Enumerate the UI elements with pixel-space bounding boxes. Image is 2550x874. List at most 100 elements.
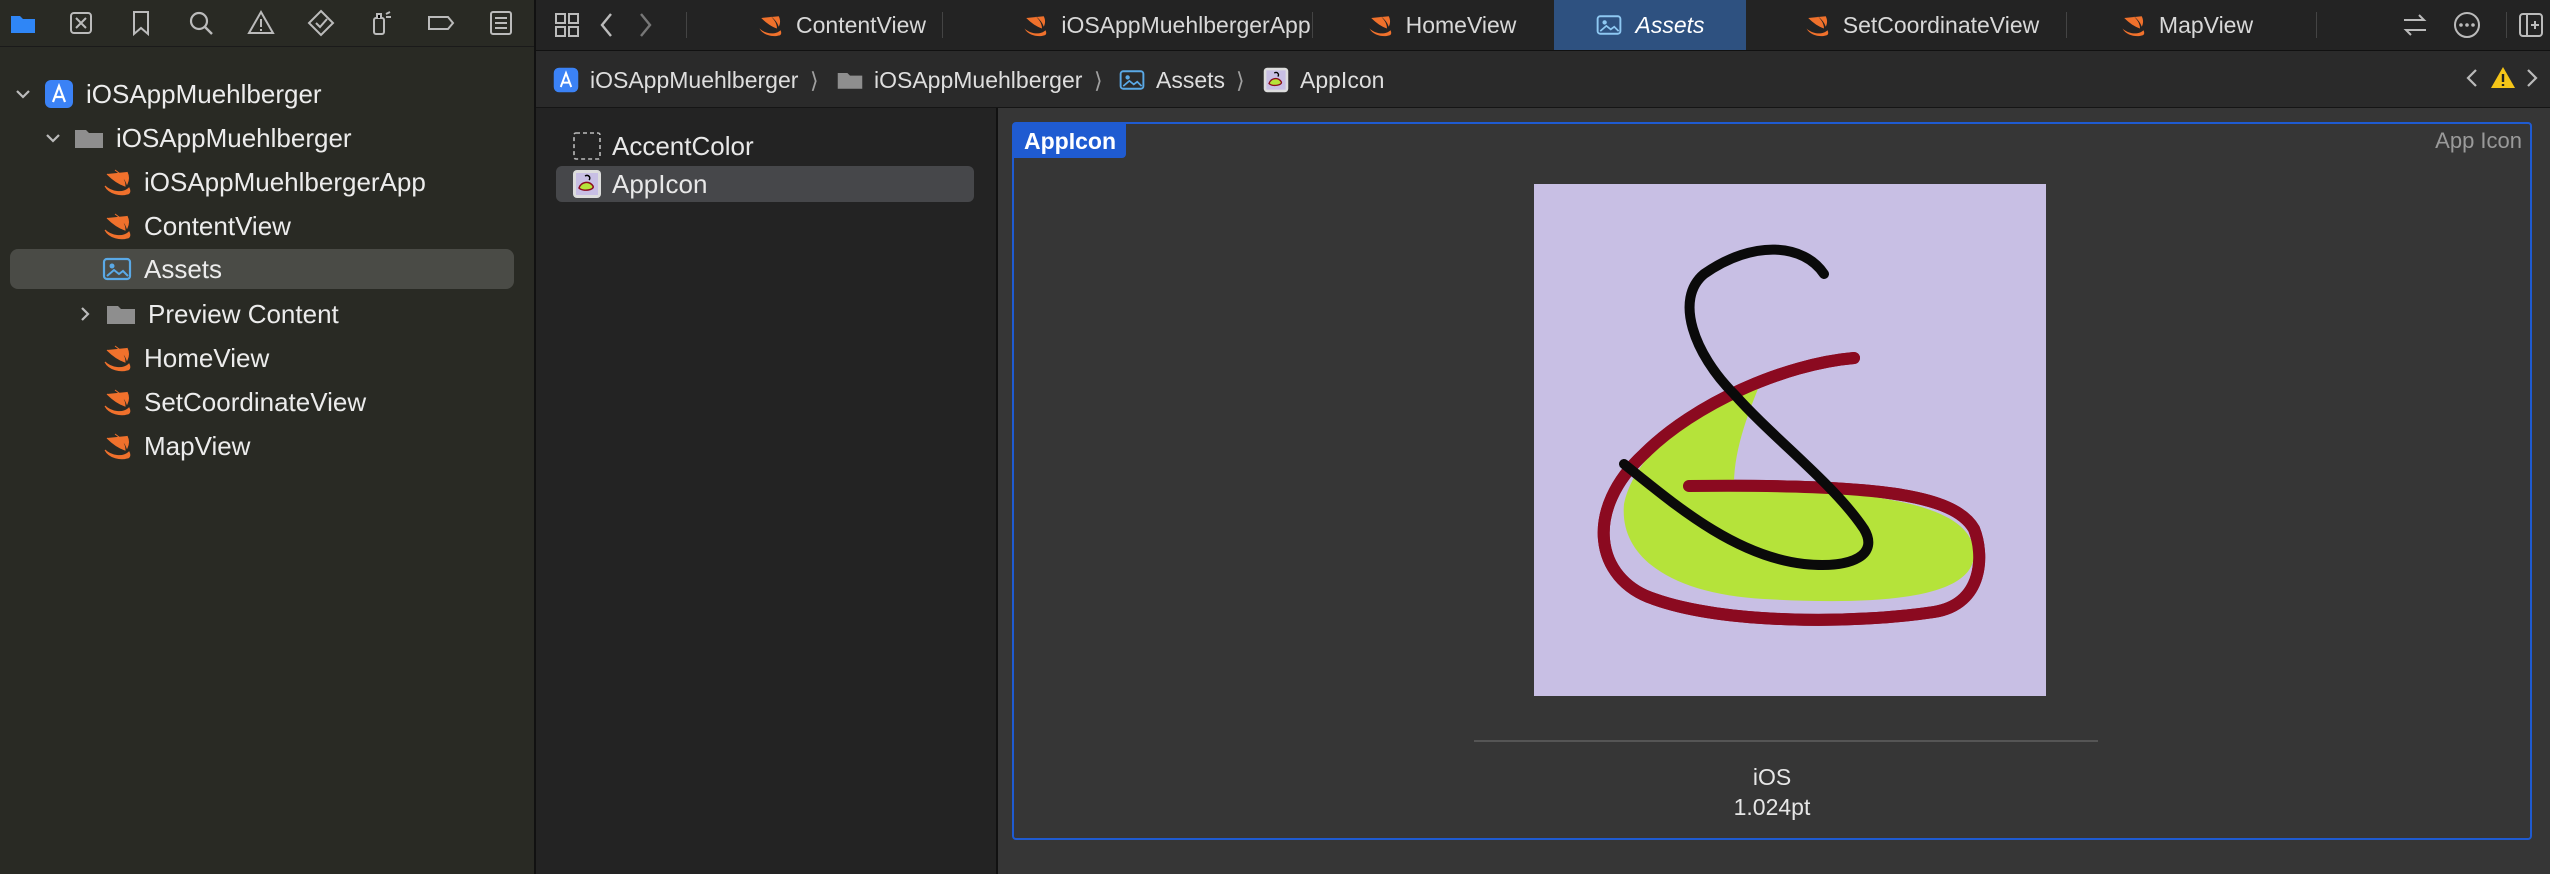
asset-set-type: App Icon <box>2435 128 2522 153</box>
breadcrumb-label: AppIcon <box>1300 66 1385 93</box>
chevron-right-icon <box>2527 69 2538 87</box>
breadcrumb-label: iOSAppMuehlberger <box>590 66 799 93</box>
asset-editor: AppIcon App Icon iOS 1.024pt <box>998 108 2550 874</box>
tree-item-project[interactable]: iOSAppMuehlberger <box>10 74 518 114</box>
asset-outline: AccentColor AppIcon <box>536 108 998 874</box>
tree-item-homeview[interactable]: HomeView <box>100 338 518 378</box>
swift-file-icon <box>1366 11 1394 39</box>
chevron-down-icon[interactable] <box>40 125 66 151</box>
diamond-icon <box>307 9 335 37</box>
issue-navigator-tab[interactable] <box>244 6 278 40</box>
source-control-navigator-tab[interactable] <box>64 6 98 40</box>
tab-label: SetCoordinateView <box>1842 11 2040 38</box>
tab-contentview[interactable]: ContentView <box>726 0 956 50</box>
tree-item-mapview[interactable]: MapView <box>100 426 518 466</box>
related-items-button[interactable] <box>548 6 586 44</box>
source-control-icon <box>70 12 92 34</box>
bookmark-navigator-tab[interactable] <box>124 6 158 40</box>
swift-file-icon <box>1803 11 1831 39</box>
tree-item-label: ContentView <box>144 210 291 241</box>
tree-item-label: SetCoordinateView <box>144 386 367 417</box>
appicon-set-frame[interactable]: AppIcon App Icon iOS 1.024pt <box>1012 122 2532 840</box>
split-plus-icon <box>2519 13 2543 37</box>
app-icon-image-well[interactable] <box>1534 184 2046 696</box>
add-editor-button[interactable] <box>2512 6 2550 44</box>
code-review-button[interactable] <box>2396 6 2434 44</box>
tree-item-label: Preview Content <box>148 298 339 329</box>
debug-navigator-tab[interactable] <box>364 6 398 40</box>
folder-icon <box>836 66 864 94</box>
tree-item-group[interactable]: iOSAppMuehlberger <box>40 118 518 158</box>
app-icon-set-icon <box>1262 66 1290 94</box>
warning-triangle-icon <box>247 9 275 34</box>
xcode-project-icon <box>42 77 76 111</box>
swift-file-icon <box>100 385 134 419</box>
tree-item-label: MapView <box>144 430 251 461</box>
asset-item-label: AppIcon <box>612 168 708 199</box>
navigator-selector-bar <box>0 0 534 47</box>
breadcrumb-assets[interactable]: Assets <box>1118 65 1225 95</box>
tab-assets[interactable]: Assets <box>1554 0 1746 50</box>
swift-file-icon <box>2119 11 2147 39</box>
breakpoint-icon <box>428 16 455 30</box>
slot-platform-label: iOS <box>1752 764 1792 790</box>
asset-item-appicon[interactable]: AppIcon <box>556 166 974 202</box>
report-navigator-tab[interactable] <box>484 6 518 40</box>
breadcrumb-label: Assets <box>1156 66 1226 93</box>
chevron-down-icon[interactable] <box>10 81 36 107</box>
folder-icon <box>104 297 138 331</box>
breadcrumb-label: iOSAppMuehlberger <box>874 66 1083 93</box>
folder-icon <box>11 16 35 33</box>
slot-divider <box>1474 740 2098 742</box>
app-icon-set-icon <box>572 169 602 199</box>
next-issue-button[interactable] <box>2512 59 2550 97</box>
tab-label: Assets <box>1635 11 1705 38</box>
breadcrumb-appicon[interactable]: AppIcon <box>1262 65 1384 95</box>
swift-file-icon <box>100 165 134 199</box>
tree-item-setcoordinateview[interactable]: SetCoordinateView <box>100 382 518 422</box>
chevron-right-icon[interactable] <box>72 301 98 327</box>
spray-can-icon <box>373 11 391 35</box>
breakpoint-navigator-tab[interactable] <box>424 6 458 40</box>
tab-mapview[interactable]: MapView <box>2086 0 2286 50</box>
swift-file-icon <box>100 429 134 463</box>
report-icon <box>490 11 512 35</box>
jump-bar: iOSAppMuehlberger ⟩ iOSAppMuehlberger ⟩ … <box>536 51 2550 108</box>
swap-arrows-icon <box>2403 14 2427 36</box>
find-navigator-tab[interactable] <box>184 6 218 40</box>
breadcrumb-group[interactable]: iOSAppMuehlberger <box>836 65 1082 95</box>
go-back-button[interactable] <box>588 6 626 44</box>
project-navigator-tab[interactable] <box>6 6 40 40</box>
tree-item-preview-content[interactable]: Preview Content <box>72 294 518 334</box>
tab-setcoordinateview[interactable]: SetCoordinateView <box>1776 0 2066 50</box>
breadcrumb-separator: ⟩ <box>1236 68 1245 93</box>
breadcrumb-separator: ⟩ <box>1094 68 1103 93</box>
tab-label: iOSAppMuehlbergerApp <box>1061 11 1311 38</box>
tree-item-assets[interactable]: Assets <box>10 249 514 289</box>
swift-file-icon <box>100 209 134 243</box>
tab-iosappmuehlbergerapp[interactable]: iOSAppMuehlbergerApp <box>986 0 1346 50</box>
asset-catalog-icon <box>1595 11 1623 39</box>
tab-label: MapView <box>2158 11 2254 38</box>
chevron-left-icon <box>600 13 612 37</box>
editor-options-button[interactable] <box>2448 6 2486 44</box>
tree-item-label: iOSAppMuehlberger <box>86 78 322 109</box>
tab-homeview[interactable]: HomeView <box>1326 0 1556 50</box>
editor-tab-bar: ContentView iOSAppMuehlbergerApp HomeVie… <box>536 0 2550 51</box>
search-icon <box>189 11 213 35</box>
tree-item-contentview[interactable]: ContentView <box>100 206 518 246</box>
asset-item-label: AccentColor <box>612 130 754 161</box>
folder-icon <box>72 121 106 155</box>
asset-item-accentcolor[interactable]: AccentColor <box>556 128 974 164</box>
tree-item-iosappmuehlbergerapp[interactable]: iOSAppMuehlbergerApp <box>100 162 518 202</box>
tab-label: ContentView <box>796 11 926 38</box>
breadcrumb-project[interactable]: iOSAppMuehlberger <box>552 65 798 95</box>
test-navigator-tab[interactable] <box>304 6 338 40</box>
tree-item-label: Assets <box>144 253 223 284</box>
chevron-right-icon <box>640 13 652 37</box>
ellipsis-circle-icon <box>2454 12 2480 38</box>
go-forward-button[interactable] <box>626 6 664 44</box>
swift-file-icon <box>756 11 784 39</box>
asset-set-name: AppIcon <box>1014 124 1126 158</box>
swift-file-icon <box>100 341 134 375</box>
